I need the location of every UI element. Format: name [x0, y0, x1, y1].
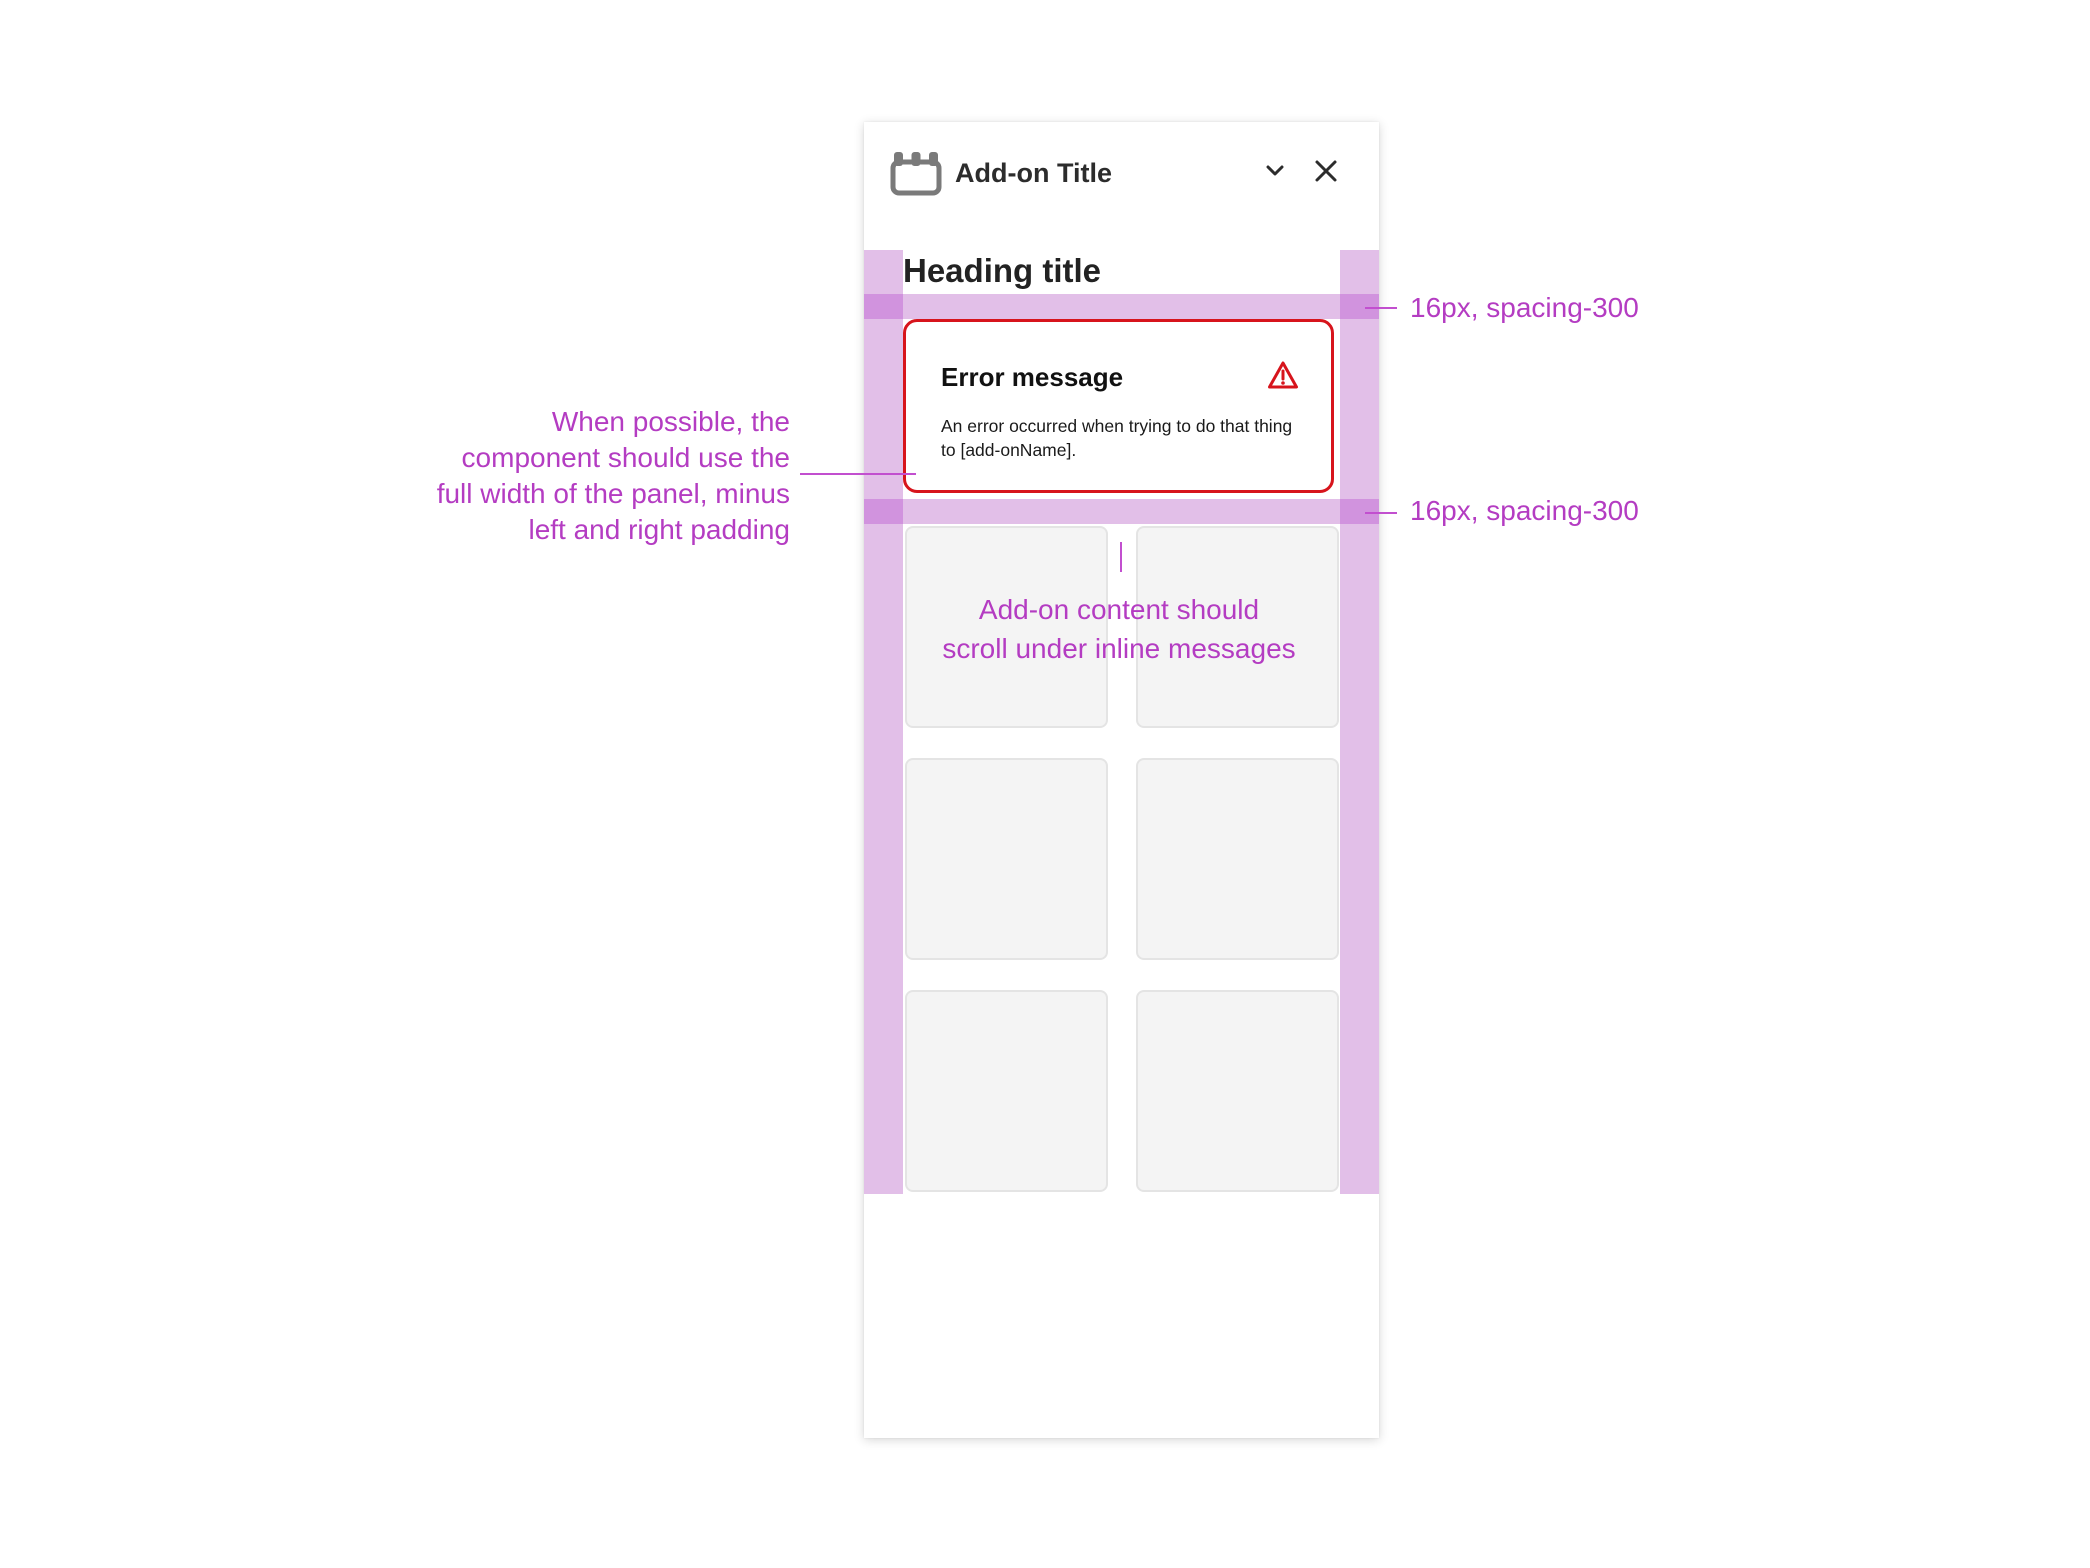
full-width-annotation: When possible, the component should use …	[436, 406, 790, 545]
content-tile[interactable]	[1136, 990, 1339, 1192]
alert-triangle-icon	[1267, 360, 1299, 390]
error-title: Error message	[941, 362, 1124, 392]
error-body: An error occurred when trying to do that…	[941, 416, 1293, 460]
scroll-annotation: Add-on content should scroll under inlin…	[942, 594, 1296, 664]
content-tile[interactable]	[1136, 758, 1339, 960]
spacing-leader-line-top	[1365, 307, 1397, 309]
chevron-down-icon	[1266, 165, 1284, 176]
content-tile[interactable]	[905, 758, 1108, 960]
add-on-icon	[890, 148, 942, 196]
close-button[interactable]	[1311, 156, 1341, 186]
panel-title: Add-on Title	[955, 158, 1112, 188]
right-padding-overlay	[1340, 250, 1379, 1194]
collapse-button[interactable]	[1260, 156, 1290, 186]
bottom-spacing-overlay	[903, 499, 1340, 524]
inline-error-message: Error message An error occurred when try…	[903, 319, 1334, 493]
left-padding-overlay	[864, 250, 903, 1194]
full-width-leader-line	[800, 473, 916, 475]
spacing-overlap-marker	[864, 499, 903, 524]
scroll-leader-line	[1120, 542, 1122, 572]
close-icon	[1315, 160, 1337, 182]
content-tile[interactable]	[905, 990, 1108, 1192]
add-on-panel: Add-on Title Heading title Error message	[864, 122, 1379, 1438]
spacing-leader-line-bottom	[1365, 512, 1397, 514]
spacing-annotation-bottom: 16px, spacing-300	[1410, 495, 1639, 526]
top-spacing-overlay	[903, 294, 1340, 319]
content-heading: Heading title	[903, 252, 1102, 289]
spacing-overlap-marker	[864, 294, 903, 319]
spacing-annotation-top: 16px, spacing-300	[1410, 292, 1639, 323]
